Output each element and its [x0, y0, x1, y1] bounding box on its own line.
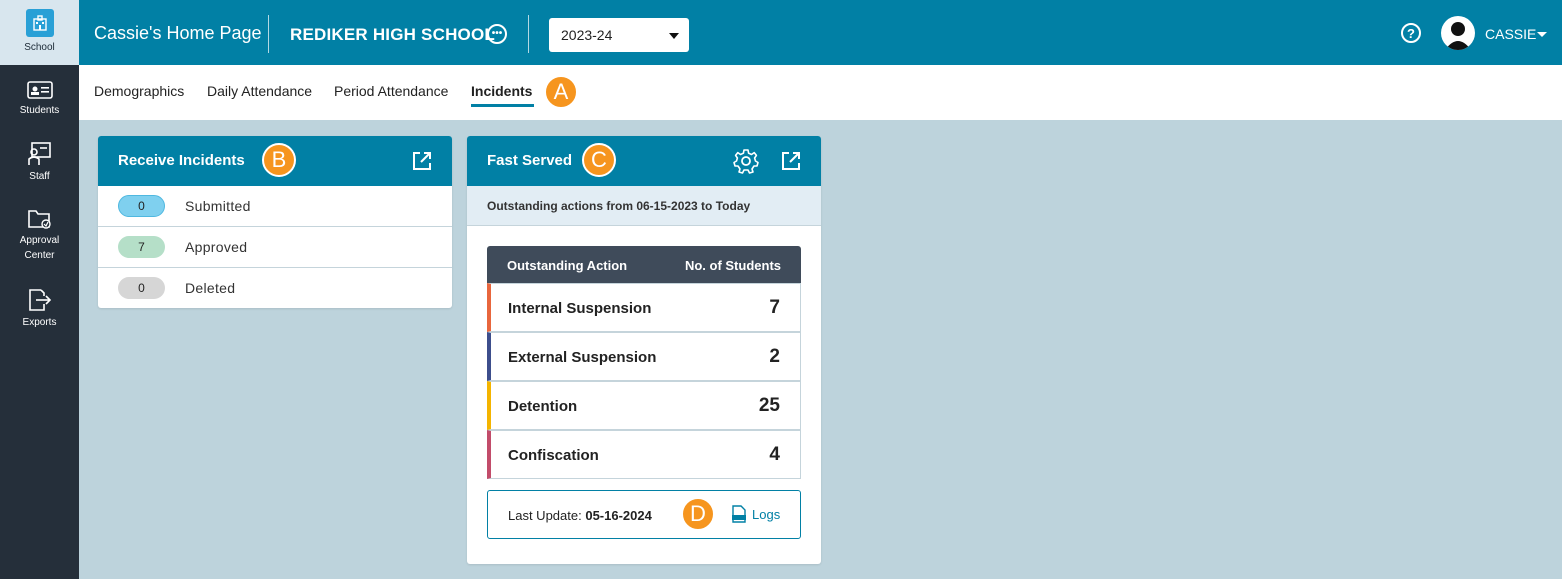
table-row[interactable]: External Suspension 2 [487, 332, 801, 381]
table-row[interactable]: Internal Suspension 7 [487, 283, 801, 332]
avatar[interactable] [1441, 16, 1475, 50]
callout-marker-a: A [544, 75, 578, 109]
sidebar-item-label: Students [19, 105, 60, 116]
table-row[interactable]: Confiscation 4 [487, 430, 801, 479]
column-header-students: No. of Students [684, 258, 781, 273]
tab-period-attendance[interactable]: Period Attendance [334, 83, 448, 99]
table-header: Outstanding Action No. of Students [487, 246, 801, 283]
gear-icon[interactable] [733, 148, 759, 174]
export-icon [28, 289, 51, 311]
tab-daily-attendance[interactable]: Daily Attendance [207, 83, 312, 99]
staff-icon [27, 142, 51, 165]
sidebar-item-approval-center[interactable]: Approval Center [0, 208, 79, 263]
callout-marker-b: B [262, 143, 296, 177]
last-update-box: Last Update: 05-16-2024 D Logs [487, 490, 801, 539]
header-divider [528, 15, 529, 53]
incident-status-label: Deleted [185, 280, 236, 296]
sidebar-item-staff[interactable]: Staff [0, 142, 79, 184]
header-divider [268, 15, 269, 53]
school-year-value: 2023-24 [561, 27, 613, 43]
logs-label: Logs [752, 506, 781, 522]
chevron-down-icon [669, 33, 679, 39]
sidebar-item-label: School [24, 42, 55, 53]
sidebar-item-label: Staff [29, 171, 50, 182]
sidebar: School Students Staff Approval Center Ex… [0, 0, 79, 579]
incident-row-submitted[interactable]: 0 Submitted [98, 186, 452, 227]
fast-served-card: Fast Served C Outstanding actions from 0… [467, 136, 821, 564]
external-link-icon[interactable] [780, 150, 802, 172]
count-badge: 0 [118, 195, 165, 217]
incident-status-label: Approved [185, 239, 248, 255]
action-label: Detention [508, 398, 578, 415]
outstanding-date-range: Outstanding actions from 06-15-2023 to T… [467, 186, 821, 226]
top-header: Cassie's Home Page REDIKER HIGH SCHOOL •… [79, 0, 1562, 65]
student-count: 25 [758, 395, 780, 416]
incident-row-approved[interactable]: 7 Approved [98, 226, 452, 267]
action-label: Internal Suspension [508, 300, 652, 317]
column-header-action: Outstanding Action [507, 258, 628, 273]
tab-incidents[interactable]: Incidents [471, 83, 532, 99]
log-file-icon [732, 505, 746, 523]
student-card-icon [26, 81, 53, 99]
help-icon[interactable]: ? [1401, 23, 1421, 43]
last-update-text: Last Update: 05-16-2024 [508, 508, 652, 523]
more-options-icon[interactable]: ••• [487, 24, 507, 44]
tab-demographics[interactable]: Demographics [94, 83, 184, 99]
sidebar-item-exports[interactable]: Exports [0, 288, 79, 330]
sidebar-item-label: Approval [19, 235, 60, 246]
action-label: Confiscation [508, 447, 599, 464]
school-name: REDIKER HIGH SCHOOL [290, 25, 495, 44]
user-name[interactable]: CASSIE [1485, 26, 1536, 42]
student-count: 7 [769, 297, 780, 318]
folder-approval-icon [27, 210, 51, 229]
active-tab-indicator [471, 104, 534, 107]
receive-incidents-card: Receive Incidents B 0 Submitted 7 Approv… [98, 136, 452, 308]
tab-bar: Demographics Daily Attendance Period Att… [79, 65, 1562, 120]
school-icon [25, 9, 54, 37]
sidebar-item-label: Exports [22, 317, 57, 328]
sidebar-item-students[interactable]: Students [0, 80, 79, 118]
callout-marker-d: D [681, 497, 715, 531]
last-update-value: 05-16-2024 [585, 508, 652, 523]
student-count: 4 [769, 444, 780, 465]
count-badge: 7 [118, 236, 165, 258]
home-page-title[interactable]: Cassie's Home Page [94, 23, 262, 44]
incident-row-deleted[interactable]: 0 Deleted [98, 267, 452, 308]
school-year-select[interactable]: 2023-24 [549, 18, 689, 52]
card-header: Fast Served C [467, 136, 821, 186]
incident-status-label: Submitted [185, 198, 251, 214]
card-header: Receive Incidents B [98, 136, 452, 186]
student-count: 2 [769, 346, 780, 367]
external-link-icon[interactable] [411, 150, 433, 172]
chevron-down-icon[interactable] [1537, 32, 1547, 37]
sidebar-item-school[interactable]: School [0, 0, 79, 65]
sidebar-item-label-2: Center [24, 250, 55, 261]
table-row[interactable]: Detention 25 [487, 381, 801, 430]
callout-marker-c: C [582, 143, 616, 177]
card-title: Fast Served [487, 152, 573, 169]
action-label: External Suspension [508, 349, 657, 366]
logs-link[interactable]: Logs [731, 505, 780, 523]
user-silhouette-icon [1445, 22, 1471, 50]
last-update-label: Last Update: [508, 508, 582, 523]
count-badge: 0 [118, 277, 165, 299]
card-title: Receive Incidents [118, 152, 245, 169]
